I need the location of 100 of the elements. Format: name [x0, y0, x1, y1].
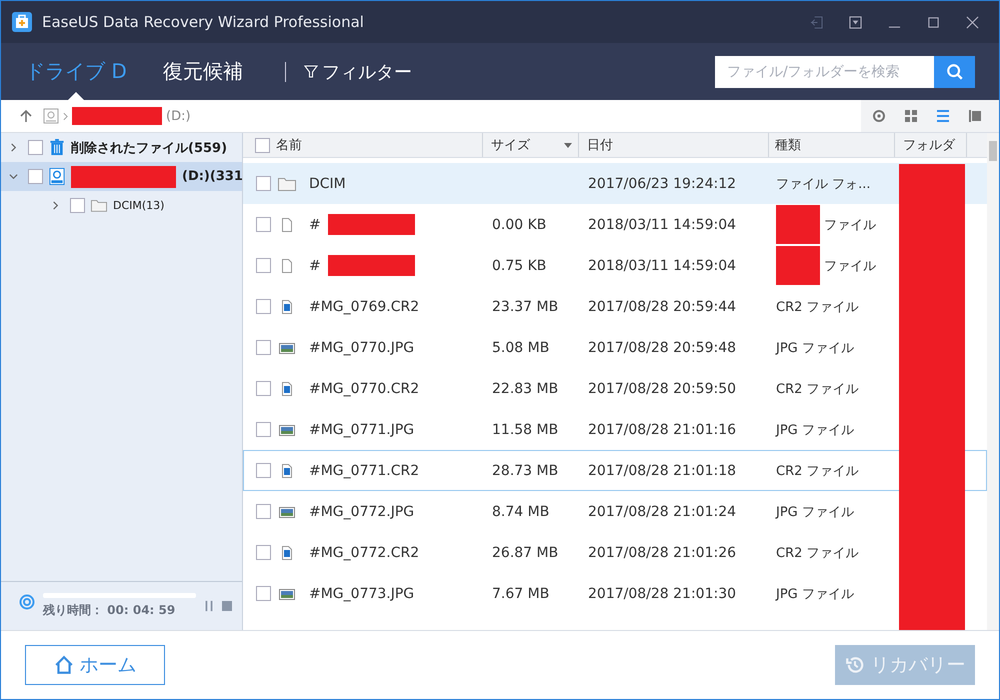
tree-item[interactable]: 削除されたファイル(559)	[1, 133, 242, 162]
checkbox[interactable]	[256, 586, 271, 601]
table-row[interactable]: #MG_0771.JPG 11.58 MB 2017/08/28 21:01:16 JPG ファイル	[243, 409, 987, 450]
file-type: JPG ファイル	[776, 422, 854, 438]
tree-label: DCIM(13)	[113, 199, 164, 212]
file-name: #	[309, 258, 321, 274]
checkbox[interactable]	[256, 422, 271, 437]
tree-label: (D:)(331	[182, 169, 242, 184]
file-size: 0.75 KB	[492, 258, 546, 274]
tree-item[interactable]: DCIM(13)	[1, 191, 242, 220]
drive-icon	[49, 168, 65, 185]
photo-icon	[278, 340, 296, 354]
file-type: CR2 ファイル	[776, 298, 859, 316]
file-size: 5.08 MB	[492, 340, 550, 356]
file-type: ファイル フォ...	[776, 176, 871, 192]
file-name: DCIM	[309, 176, 346, 192]
file-type: JPG ファイル	[776, 340, 854, 356]
tree-item[interactable]: (D:)(331	[1, 162, 242, 191]
checkbox[interactable]	[256, 217, 271, 232]
pause-icon[interactable]	[204, 600, 214, 612]
column-header[interactable]: サイズ	[491, 136, 530, 154]
checkbox[interactable]	[256, 299, 271, 314]
file-type: CR2 ファイル	[776, 380, 859, 398]
folder-icon	[278, 176, 296, 190]
scrollbar-thumb[interactable]	[989, 141, 997, 161]
tab[interactable]: ドライブ D	[25, 43, 127, 100]
checkbox[interactable]	[256, 340, 271, 355]
checkbox[interactable]	[256, 463, 271, 478]
home-icon	[54, 655, 74, 675]
date-modified: 2017/08/28 21:01:30	[588, 586, 736, 602]
date-modified: 2017/08/28 21:01:16	[588, 422, 736, 438]
select-all-checkbox[interactable]	[255, 138, 270, 152]
column-header[interactable]: 種類	[775, 136, 801, 154]
table-row[interactable]: #MG_0772.JPG 8.74 MB 2017/08/28 21:01:24 JPG ファイル	[243, 491, 987, 532]
table-row[interactable]: #MG_0770.CR2 22.83 MB 2017/08/28 20:59:50 CR2 ファイル	[243, 368, 987, 409]
date-modified: 2017/08/28 21:01:24	[588, 504, 736, 520]
checkbox[interactable]	[256, 381, 271, 396]
date-modified: 2018/03/11 14:59:04	[588, 216, 736, 232]
scanning-icon	[19, 594, 35, 610]
chevron-icon	[63, 112, 68, 120]
tab[interactable]: 復元候補	[162, 43, 243, 100]
table-row[interactable]: #MG_0769.CR2 23.37 MB 2017/08/28 20:59:44 CR2 ファイル	[243, 286, 987, 327]
expand-icon[interactable]	[9, 172, 18, 181]
column-header[interactable]: 日付	[587, 136, 613, 154]
date-modified: 2017/08/28 20:59:44	[588, 298, 736, 314]
search-button[interactable]	[934, 56, 975, 88]
sort-arrow-icon	[564, 142, 572, 148]
photo-icon	[278, 422, 296, 436]
folder-icon	[91, 197, 107, 214]
file-size: 23.37 MB	[492, 298, 558, 314]
table-row[interactable]: #MG_0773.JPG 7.67 MB 2017/08/28 21:01:30 JPG ファイル	[243, 573, 987, 614]
file-size: 11.58 MB	[492, 422, 558, 438]
photo-icon	[278, 504, 296, 518]
expand-icon[interactable]	[51, 201, 60, 210]
file-name: #	[309, 216, 321, 232]
file-name: #MG_0771.JPG	[309, 422, 414, 438]
history-icon	[844, 655, 864, 675]
filter-button[interactable]: フィルター	[304, 60, 412, 84]
file-size: 7.67 MB	[492, 586, 550, 602]
stop-icon[interactable]	[222, 600, 232, 612]
checkbox[interactable]	[256, 258, 271, 273]
photo-icon	[278, 586, 296, 600]
expand-icon[interactable]	[9, 143, 18, 152]
column-header[interactable]: フォルダ	[903, 136, 955, 154]
file-type: ファイル	[824, 258, 876, 274]
file-name: #MG_0772.JPG	[309, 504, 414, 520]
search-icon	[946, 62, 964, 80]
checkbox[interactable]	[28, 169, 43, 184]
checkbox[interactable]	[256, 176, 271, 191]
window-title: EaseUS Data Recovery Wizard Professional	[42, 13, 364, 31]
table-row[interactable]: # 0.00 KB 2018/03/11 14:59:04 ファイル	[243, 204, 987, 245]
date-modified: 2017/08/28 21:01:18	[588, 462, 736, 478]
checkbox[interactable]	[28, 140, 43, 155]
search-field[interactable]: ファイル/フォルダーを検索	[715, 56, 934, 88]
trash-icon	[49, 139, 65, 156]
table-row[interactable]: #MG_0771.CR2 28.73 MB 2017/08/28 21:01:18 CR2 ファイル	[243, 450, 987, 491]
file-type: JPG ファイル	[776, 504, 854, 520]
table-row[interactable]: # 0.75 KB 2018/03/11 14:59:04 ファイル	[243, 245, 987, 286]
date-modified: 2017/08/28 21:01:26	[588, 544, 736, 560]
file-size: 22.83 MB	[492, 380, 558, 396]
table-row[interactable]: #MG_0770.JPG 5.08 MB 2017/08/28 20:59:48 JPG ファイル	[243, 327, 987, 368]
date-modified: 2017/08/28 20:59:48	[588, 340, 736, 356]
file-type: JPG ファイル	[776, 586, 854, 602]
file-size: 0.00 KB	[492, 216, 546, 232]
file-size: 8.74 MB	[492, 504, 550, 520]
table-row[interactable]: DCIM 2017/06/23 19:24:12 ファイル フォ...	[243, 163, 987, 204]
drive-icon	[43, 108, 59, 124]
breadcrumb-drive[interactable]: (D:)	[166, 108, 191, 124]
table-row[interactable]: #MG_0772.CR2 26.87 MB 2017/08/28 21:01:26 CR2 ファイル	[243, 532, 987, 573]
up-arrow-icon[interactable]	[19, 109, 33, 123]
date-modified: 2017/08/28 20:59:50	[588, 380, 736, 396]
file-size: 28.73 MB	[492, 462, 558, 478]
filter-icon	[304, 64, 318, 78]
date-modified: 2017/06/23 19:24:12	[588, 176, 736, 192]
file-name: #MG_0773.JPG	[309, 586, 414, 602]
checkbox[interactable]	[256, 545, 271, 560]
column-header[interactable]: 名前	[276, 136, 302, 154]
date-modified: 2018/03/11 14:59:04	[588, 258, 736, 274]
checkbox[interactable]	[256, 504, 271, 519]
checkbox[interactable]	[70, 198, 85, 213]
